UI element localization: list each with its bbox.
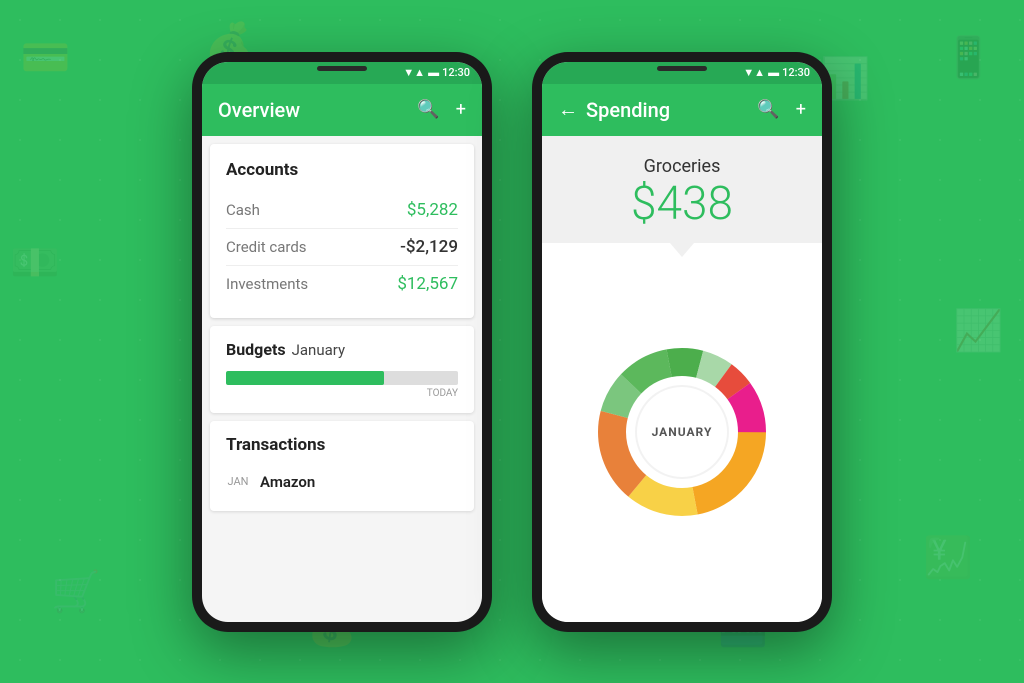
budgets-header: Budgets January: [226, 340, 458, 359]
background-decorations: 💳 💰 📊 📱 💵 🛒 💹 📈 💰 🏧: [0, 0, 1024, 683]
phone1-content: Accounts Cash $5,282 Credit cards -$2,12…: [202, 136, 482, 622]
app-bar-actions-1: 🔍 +: [417, 99, 466, 120]
spending-amount: $438: [558, 181, 806, 227]
accounts-card: Accounts Cash $5,282 Credit cards -$2,12…: [210, 144, 474, 318]
spending-title: Spending: [586, 98, 670, 122]
account-row-investments[interactable]: Investments $12,567: [226, 266, 458, 302]
search-icon-1[interactable]: 🔍: [417, 99, 439, 120]
trans-name-amazon: Amazon: [260, 473, 315, 491]
phone1-screen: ▼▲ ▬ 12:30 Overview 🔍 + Accounts Cash $5…: [202, 62, 482, 622]
status-icons-2: ▼▲ ▬ 12:30: [743, 66, 810, 79]
search-icon-2[interactable]: 🔍: [757, 99, 779, 120]
phone-spending: ▼▲ ▬ 12:30 ← Spending 🔍 + Groceries $438: [532, 52, 832, 632]
overview-title: Overview: [218, 98, 300, 122]
budgets-month: January: [292, 341, 345, 359]
transactions-title: Transactions: [226, 435, 458, 455]
chart-container: JANUARY: [542, 243, 822, 622]
donut-chart: JANUARY: [582, 332, 782, 532]
phone-speaker-2: [657, 66, 707, 71]
add-icon-1[interactable]: +: [456, 99, 466, 120]
spending-triangle: [670, 243, 694, 257]
time-display-2: 12:30: [782, 66, 810, 79]
transaction-row-amazon[interactable]: JAN Amazon: [226, 467, 458, 497]
app-bar-spending: ← Spending 🔍 +: [542, 84, 822, 136]
back-arrow-icon[interactable]: ←: [558, 97, 578, 122]
donut-center-label: JANUARY: [637, 387, 727, 477]
progress-bar-fill: [226, 371, 384, 385]
budgets-section: Budgets January TODAY: [210, 326, 474, 413]
signal-icon-2: ▼▲: [743, 66, 765, 79]
account-row-cash[interactable]: Cash $5,282: [226, 192, 458, 229]
credit-label: Credit cards: [226, 238, 307, 256]
progress-bar-container: [226, 371, 458, 385]
phone-overview: ▼▲ ▬ 12:30 Overview 🔍 + Accounts Cash $5…: [192, 52, 492, 632]
investments-label: Investments: [226, 275, 308, 293]
cash-label: Cash: [226, 201, 260, 219]
battery-icon: ▬: [428, 66, 439, 79]
status-icons-1: ▼▲ ▬ 12:30: [403, 66, 470, 79]
app-bar-left: ← Spending: [558, 97, 670, 122]
credit-value: -$2,129: [400, 237, 458, 257]
signal-icon: ▼▲: [403, 66, 425, 79]
time-display-1: 12:30: [442, 66, 470, 79]
budgets-title: Budgets: [226, 340, 286, 359]
phone-speaker: [317, 66, 367, 71]
spending-header: Groceries $438: [542, 136, 822, 243]
cash-value: $5,282: [407, 200, 458, 220]
spending-category: Groceries: [558, 156, 806, 177]
investments-value: $12,567: [397, 274, 458, 294]
add-icon-2[interactable]: +: [796, 99, 806, 120]
phone2-screen: ▼▲ ▬ 12:30 ← Spending 🔍 + Groceries $438: [542, 62, 822, 622]
trans-month: JAN: [226, 475, 250, 488]
today-label: TODAY: [226, 388, 458, 399]
accounts-title: Accounts: [226, 160, 458, 180]
transactions-section: Transactions JAN Amazon: [210, 421, 474, 511]
app-bar-overview: Overview 🔍 +: [202, 84, 482, 136]
battery-icon-2: ▬: [768, 66, 779, 79]
account-row-credit[interactable]: Credit cards -$2,129: [226, 229, 458, 266]
app-bar-actions-2: 🔍 +: [757, 99, 806, 120]
